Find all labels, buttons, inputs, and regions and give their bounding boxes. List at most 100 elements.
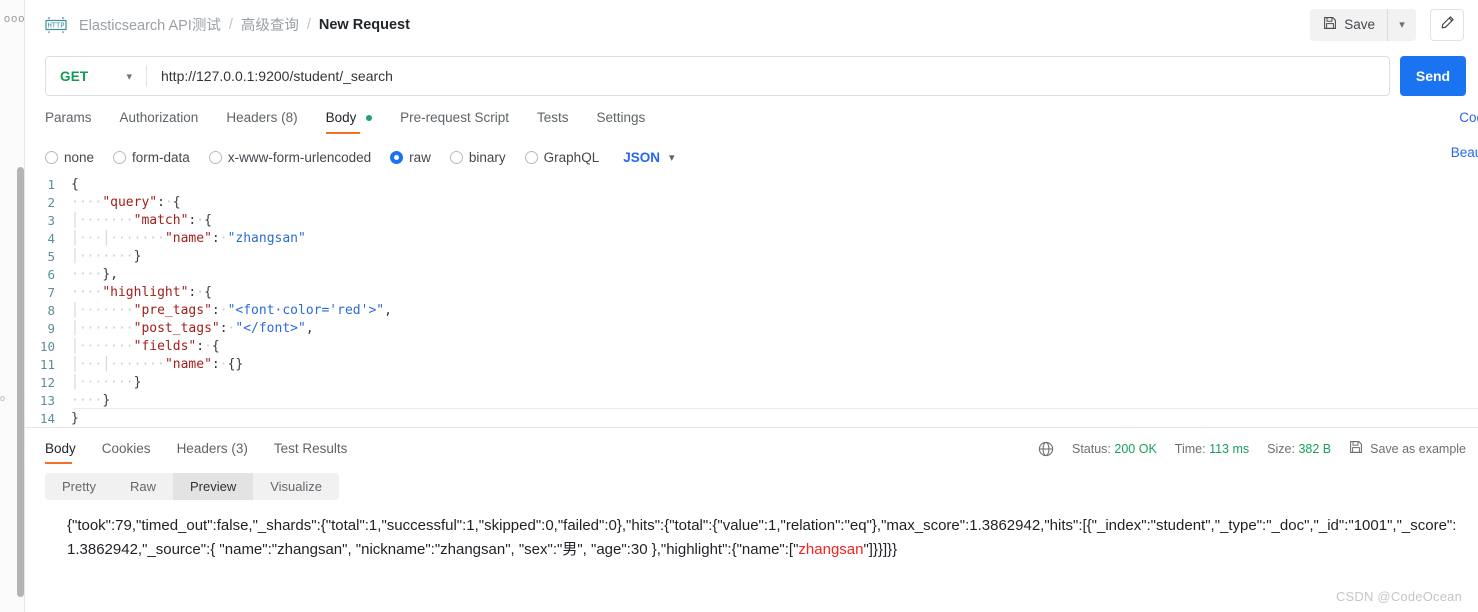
code-text[interactable]: │·······"post_tags":·"</font>", bbox=[69, 320, 1478, 338]
breadcrumb-request[interactable]: New Request bbox=[319, 17, 410, 33]
code-text[interactable]: │···│·······"name":·{} bbox=[69, 356, 1478, 374]
code-text[interactable]: { bbox=[69, 176, 1478, 194]
code-line: 6 ····}, bbox=[25, 266, 1478, 284]
body-type-none[interactable]: none bbox=[45, 150, 94, 165]
body-type-graphql[interactable]: GraphQL bbox=[524, 150, 599, 165]
indent-guide: │··· bbox=[71, 303, 103, 318]
response-tab-body[interactable]: Body bbox=[45, 441, 76, 464]
code-token: } bbox=[102, 267, 111, 282]
body-format-select[interactable]: JSON ▾ bbox=[623, 150, 674, 165]
code-token: "name" bbox=[164, 357, 212, 372]
save-as-example-button[interactable]: Save as example bbox=[1349, 440, 1466, 457]
code-text[interactable]: │·······"pre_tags":·"<font·color='red'>"… bbox=[69, 302, 1478, 320]
edit-request-button[interactable] bbox=[1430, 8, 1464, 41]
body-type-urlencoded[interactable]: x-www-form-urlencoded bbox=[208, 149, 372, 165]
editor-divider bbox=[73, 408, 1478, 409]
code-token: "post_tags" bbox=[133, 321, 220, 336]
indent-guide: │··· bbox=[71, 339, 103, 354]
response-tab-headers[interactable]: Headers (3) bbox=[177, 441, 248, 464]
line-number: 7 bbox=[47, 285, 55, 300]
postman-window: ooo o HTTP Elasticsearch API测试 / 高级查询 / … bbox=[0, 0, 1478, 612]
code-text[interactable]: │·······"fields":·{ bbox=[69, 338, 1478, 356]
globe-icon bbox=[1038, 441, 1054, 457]
code-text[interactable]: } bbox=[69, 410, 1478, 427]
view-mode-pretty[interactable]: Pretty bbox=[45, 473, 113, 500]
size-badge: Size: 382 B bbox=[1267, 442, 1331, 456]
radio-icon bbox=[449, 150, 463, 164]
code-token: "<font·color='red'>" bbox=[227, 303, 385, 318]
tab-headers[interactable]: Headers (8) bbox=[226, 110, 297, 134]
time-badge: Time: 113 ms bbox=[1175, 442, 1249, 456]
status-label: Status: bbox=[1072, 441, 1111, 456]
indent-space: ···· bbox=[102, 339, 134, 354]
body-type-binary[interactable]: binary bbox=[449, 149, 506, 165]
code-token: } bbox=[102, 393, 111, 408]
indent-space: ···· bbox=[102, 375, 134, 390]
view-mode-preview[interactable]: Preview bbox=[172, 473, 254, 500]
method-select[interactable]: GET ▾ bbox=[46, 57, 146, 95]
save-options-chevron-down-icon[interactable]: ▾ bbox=[1388, 9, 1416, 41]
breadcrumb-folder[interactable]: 高级查询 bbox=[241, 14, 299, 35]
indent-guide: │··· bbox=[102, 231, 134, 246]
indent-guide: │··· bbox=[71, 249, 103, 264]
view-mode-group: Pretty Raw Preview Visualize bbox=[45, 473, 340, 500]
code-text[interactable]: ····"highlight":·{ bbox=[69, 284, 1478, 302]
status-value: 200 OK bbox=[1114, 441, 1157, 456]
code-token: : bbox=[211, 303, 220, 318]
response-body-content: {"took":79,"timed_out":false,"_shards":{… bbox=[25, 500, 1478, 562]
tab-settings[interactable]: Settings bbox=[596, 110, 645, 134]
code-text[interactable]: │·······} bbox=[69, 374, 1478, 392]
body-type-binary-label: binary bbox=[468, 149, 506, 165]
code-line: 9 │·······"post_tags":·"</font>", bbox=[25, 320, 1478, 338]
line-number: 12 bbox=[39, 375, 55, 390]
code-token: "highlight" bbox=[102, 285, 189, 300]
code-token: , bbox=[384, 303, 392, 318]
code-token: } bbox=[133, 375, 142, 390]
body-type-raw[interactable]: raw bbox=[390, 150, 431, 165]
tab-body[interactable]: Body bbox=[325, 110, 373, 134]
rail-menu-dots-icon[interactable]: ooo bbox=[4, 14, 25, 25]
response-tab-body-label: Body bbox=[45, 441, 76, 456]
header-bar: HTTP Elasticsearch API测试 / 高级查询 / New Re… bbox=[25, 0, 1478, 50]
save-button[interactable]: Save bbox=[1310, 8, 1388, 41]
indent-space: ···· bbox=[133, 231, 165, 246]
code-line: 5 │·······} bbox=[25, 248, 1478, 266]
line-number: 14 bbox=[39, 411, 55, 426]
line-number: 11 bbox=[39, 357, 55, 372]
code-text[interactable]: │·······} bbox=[69, 248, 1478, 266]
code-line: 8 │·······"pre_tags":·"<font·color='red'>… bbox=[25, 302, 1478, 320]
code-line: 2 ····"query":·{ bbox=[25, 194, 1478, 212]
indent-space: ···· bbox=[102, 303, 134, 318]
line-number: 2 bbox=[47, 195, 55, 210]
url-input[interactable] bbox=[147, 57, 1389, 95]
body-type-form-data-label: form-data bbox=[132, 149, 190, 165]
beautify-link[interactable]: Beaut bbox=[1451, 145, 1478, 160]
view-mode-visualize[interactable]: Visualize bbox=[253, 473, 339, 500]
code-text[interactable]: │·······"match":·{ bbox=[69, 212, 1478, 230]
tab-params-label: Params bbox=[45, 110, 92, 125]
breadcrumb-collection[interactable]: Elasticsearch API测试 bbox=[79, 14, 221, 35]
code-text[interactable]: │···│·······"name":·"zhangsan" bbox=[69, 230, 1478, 248]
indent-space: ···· bbox=[71, 393, 103, 408]
main-panel: HTTP Elasticsearch API测试 / 高级查询 / New Re… bbox=[25, 0, 1478, 612]
chevron-down-icon: ▾ bbox=[126, 70, 132, 83]
http-protocol-icon: HTTP bbox=[45, 15, 67, 35]
tab-params[interactable]: Params bbox=[45, 110, 92, 134]
tab-tests[interactable]: Tests bbox=[537, 110, 569, 134]
body-type-form-data[interactable]: form-data bbox=[113, 150, 190, 165]
vertical-scrollbar[interactable] bbox=[17, 167, 24, 597]
view-mode-raw[interactable]: Raw bbox=[113, 473, 173, 500]
code-token: · bbox=[219, 303, 228, 318]
send-button[interactable]: Send bbox=[1400, 56, 1466, 96]
rail-lower-dot-icon: o bbox=[0, 393, 6, 403]
code-token: { bbox=[204, 285, 212, 300]
response-tab-test-results[interactable]: Test Results bbox=[274, 441, 348, 464]
request-body-editor[interactable]: 1{2 ····"query":·{3 │·······"match":·{4 │··… bbox=[25, 176, 1478, 428]
code-text[interactable]: ····"query":·{ bbox=[69, 194, 1478, 212]
body-type-urlencoded-label: x-www-form-urlencoded bbox=[227, 149, 372, 165]
cookies-link[interactable]: Coo bbox=[1459, 110, 1478, 125]
tab-pre-request-script[interactable]: Pre-request Script bbox=[400, 110, 509, 134]
tab-authorization[interactable]: Authorization bbox=[120, 110, 199, 134]
response-tab-cookies[interactable]: Cookies bbox=[102, 441, 151, 464]
code-text[interactable]: ····}, bbox=[69, 266, 1478, 284]
